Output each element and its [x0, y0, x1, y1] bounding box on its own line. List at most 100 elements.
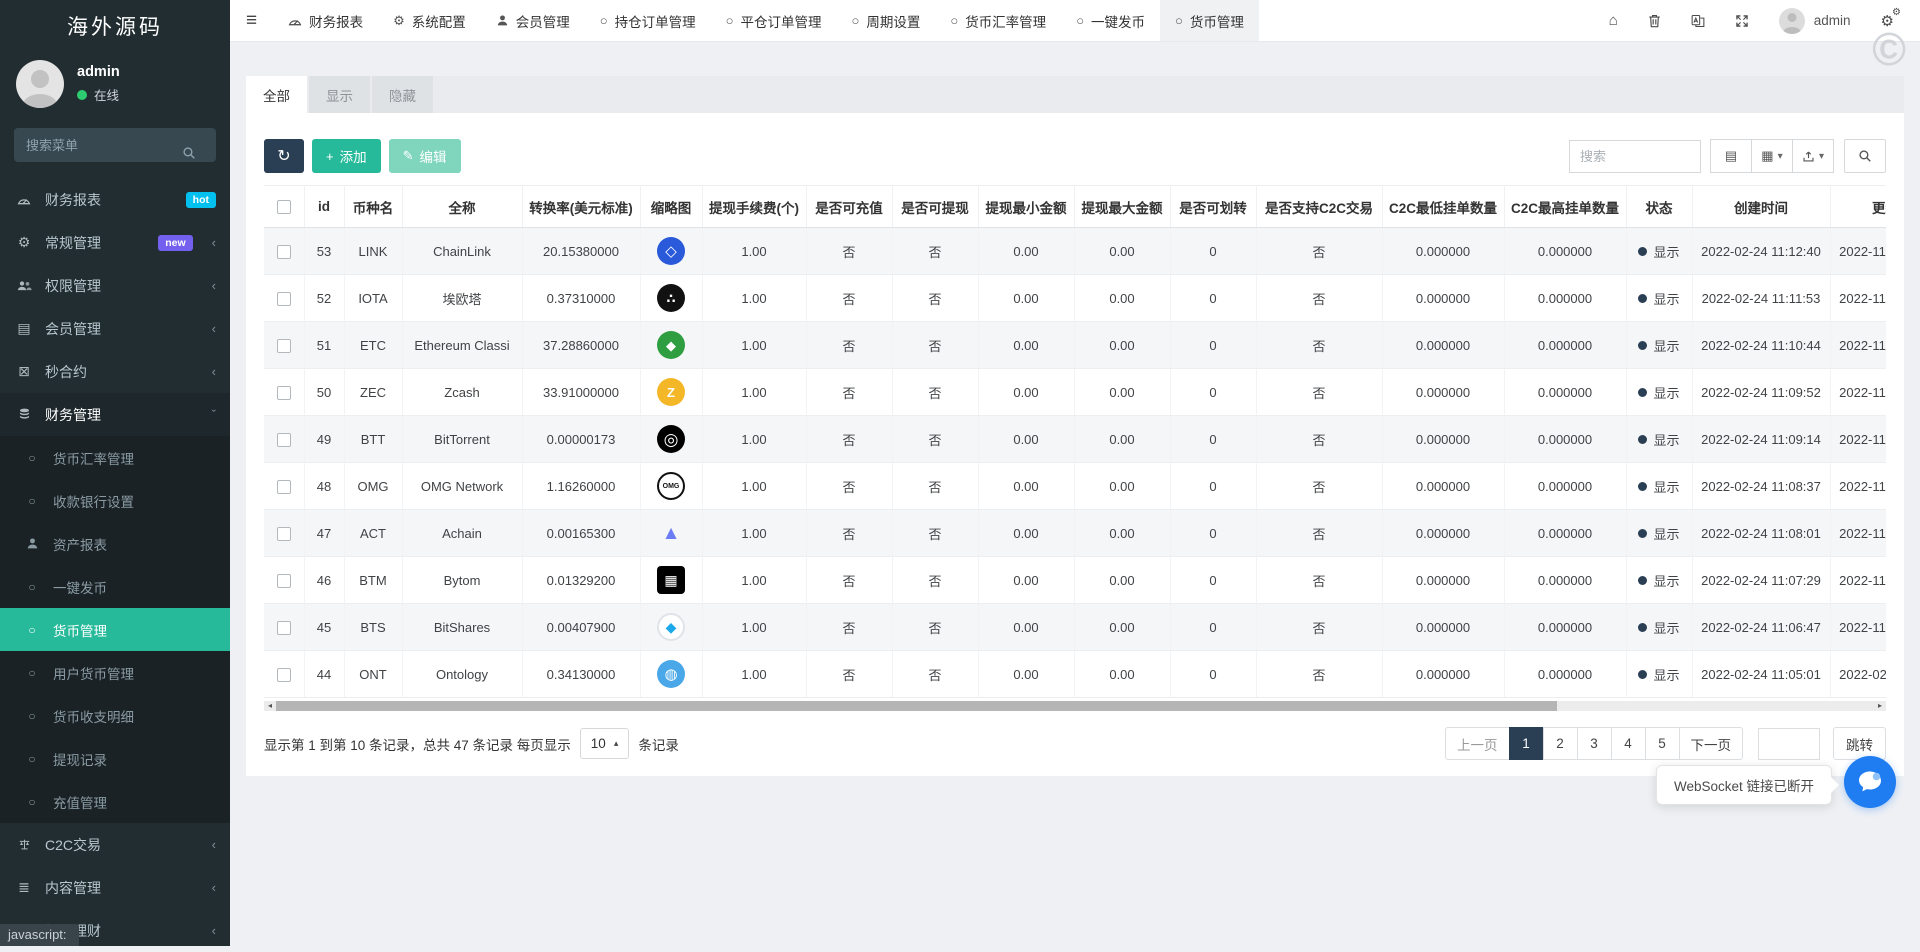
nav-tab[interactable]: ⚙ 系统配置 — [378, 0, 481, 41]
sidebar-item[interactable]: C2C交易 ‹ — [0, 823, 230, 866]
cell-rate: 20.15380000 — [522, 227, 641, 275]
page-button[interactable]: 3 — [1576, 727, 1612, 760]
sidebar-item[interactable]: ○ 一键发币 — [0, 565, 230, 608]
user-menu[interactable]: admin — [1778, 7, 1851, 34]
sidebar-item[interactable]: ○ 货币管理 — [0, 608, 230, 651]
sidebar-item[interactable]: ○ 用户货币管理 — [0, 651, 230, 694]
circle-icon: ○ — [1076, 13, 1085, 28]
page-jump-button[interactable]: 跳转 — [1833, 727, 1886, 760]
page-button[interactable]: 4 — [1610, 727, 1646, 760]
sidebar-item[interactable]: 资产报表 — [0, 522, 230, 565]
page-button[interactable]: 5 — [1644, 727, 1680, 760]
translate-icon[interactable] — [1691, 14, 1705, 28]
sidebar-item[interactable]: ≣ 内容管理 ‹ — [0, 866, 230, 909]
row-checkbox[interactable] — [276, 667, 291, 682]
sidebar-item[interactable]: 权限管理 ‹ — [0, 264, 230, 307]
scroll-right-arrow[interactable]: ▸ — [1874, 701, 1886, 711]
sidebar-item[interactable]: ○ 收款银行设置 — [0, 479, 230, 522]
cell-withdraw: 否 — [892, 556, 979, 604]
nav-tab[interactable]: ○ 货币管理 — [1160, 0, 1259, 41]
settings-icon[interactable]: ⚙ ⚙ — [1881, 7, 1901, 30]
home-icon[interactable]: ⌂ — [1609, 12, 1618, 29]
sidebar-item[interactable]: ○ 提现记录 — [0, 737, 230, 780]
column-header: C2C最低挂单数量 — [1382, 185, 1505, 228]
status-dot-icon — [1638, 669, 1648, 679]
sidebar-item[interactable]: ⊠ 秒合约 ‹ — [0, 350, 230, 393]
scrollbar-thumb[interactable] — [276, 701, 1558, 711]
filter-tab[interactable]: 显示 — [309, 76, 370, 113]
cell-symbol: BTS — [344, 603, 403, 651]
row-checkbox[interactable] — [276, 385, 291, 400]
sidebar-item[interactable]: ○ 货币收支明细 — [0, 694, 230, 737]
circle-icon: ○ — [28, 665, 36, 680]
table-search-input[interactable] — [1568, 139, 1701, 173]
page-jump-input[interactable] — [1758, 727, 1820, 760]
edit-button[interactable]: ✎ 编辑 — [388, 139, 461, 173]
row-checkbox[interactable] — [276, 479, 291, 494]
sidebar-item[interactable]: ○ 货币汇率管理 — [0, 436, 230, 479]
cell-rate: 0.00407900 — [522, 603, 641, 651]
next-page-button[interactable]: 下一页 — [1678, 727, 1743, 760]
columns-button[interactable]: ▦ ▾ — [1750, 139, 1793, 173]
sidebar-item[interactable]: 财务管理 ˇ — [0, 393, 230, 436]
select-all-checkbox[interactable] — [276, 200, 291, 215]
table-row[interactable]: 53 LINK ChainLink 20.15380000 ◇ 1.00 否否 0.00 0.0… — [264, 227, 1886, 275]
user-status: 在线 — [77, 85, 120, 104]
detail-view-button[interactable]: ▤ — [1709, 139, 1752, 173]
circle-icon: ○ — [599, 13, 608, 28]
cell-id: 51 — [304, 321, 345, 369]
trash-icon[interactable] — [1648, 14, 1661, 28]
row-checkbox[interactable] — [276, 432, 291, 447]
table-row[interactable]: 45 BTS BitShares 0.00407900 ◆ 1.00 否否 0.00 0.00 0… — [264, 603, 1886, 651]
row-checkbox[interactable] — [276, 291, 291, 306]
prev-page-button[interactable]: 上一页 — [1445, 727, 1510, 760]
chat-icon — [1855, 767, 1885, 797]
row-checkbox[interactable] — [276, 526, 291, 541]
row-checkbox[interactable] — [276, 244, 291, 259]
table-row[interactable]: 47 ACT Achain 0.00165300 ▲ 1.00 否否 0.00 0.00 0 否 0.… — [264, 509, 1886, 557]
fullscreen-icon[interactable] — [1735, 14, 1749, 28]
row-checkbox[interactable] — [276, 338, 291, 353]
row-checkbox[interactable] — [276, 573, 291, 588]
cell-c2c_max: 0.000000 — [1504, 556, 1627, 604]
nav-tab[interactable]: ○ 平仓订单管理 — [711, 0, 837, 41]
cell-c2c_min: 0.000000 — [1382, 227, 1505, 275]
page-button[interactable]: 2 — [1542, 727, 1578, 760]
export-button[interactable]: ▾ — [1791, 139, 1834, 173]
table-row[interactable]: 50 ZEC Zcash 33.91000000 Z 1.00 否否 0.00 0.00 0 否 0.… — [264, 368, 1886, 416]
nav-tab[interactable]: 会员管理 — [481, 0, 585, 41]
sidebar-item[interactable]: ⚙ 常规管理 new ‹ — [0, 221, 230, 264]
sidebar-item[interactable]: 财务报表 hot — [0, 178, 230, 221]
nav-tab[interactable]: 财务报表 — [273, 0, 378, 41]
filter-tab[interactable]: 隐藏 — [372, 76, 433, 113]
page-size-select[interactable]: 10 ▴ — [579, 728, 630, 759]
table-row[interactable]: 44 ONT Ontology 0.34130000 ◍ 1.00 否否 0.00 0.00 0 否… — [264, 650, 1886, 698]
scroll-left-arrow[interactable]: ◂ — [264, 701, 276, 711]
nav-tab[interactable]: ○ 一键发币 — [1061, 0, 1160, 41]
table-row[interactable]: 46 BTM Bytom 0.01329200 ▦ 1.00 否否 0.00 0.00 0 否 0.0… — [264, 556, 1886, 604]
nav-tab[interactable]: ○ 持仓订单管理 — [585, 0, 711, 41]
cell-id: 44 — [304, 650, 345, 698]
row-checkbox[interactable] — [276, 620, 291, 635]
nav-tab-label: 持仓订单管理 — [614, 14, 696, 30]
refresh-button[interactable]: ↻ — [264, 139, 304, 173]
sidebar-item[interactable]: ▤ 会员管理 ‹ — [0, 307, 230, 350]
add-button[interactable]: + 添加 — [312, 139, 381, 173]
table-row[interactable]: 52 IOTA 埃欧塔 0.37310000 ∴ 1.00 否否 0.00 0.00 0 否 0.00… — [264, 274, 1886, 322]
caret-up-icon: ▴ — [613, 738, 619, 748]
nav-tab[interactable]: ○ 货币汇率管理 — [935, 0, 1061, 41]
page-button[interactable]: 1 — [1508, 727, 1544, 760]
hamburger-icon[interactable]: ≡ — [230, 10, 273, 32]
table-row[interactable]: 49 BTT BitTorrent 0.00000173 ◎ 1.00 否否 0.00 0.00… — [264, 415, 1886, 463]
filter-tab[interactable]: 全部 — [246, 76, 307, 113]
cell-c2c: 否 — [1256, 368, 1383, 416]
search-button[interactable] — [1844, 139, 1886, 173]
nav-tab[interactable]: ○ 周期设置 — [836, 0, 935, 41]
table-row[interactable]: 48 OMG OMG Network 1.16260000 OMG 1.00 否否 0.00 0… — [264, 462, 1886, 510]
nav-tab-label: 会员管理 — [515, 14, 570, 30]
table-row[interactable]: 51 ETC Ethereum Classi 37.28860000 ◆ 1.00 否否 0.… — [264, 321, 1886, 369]
search-icon — [182, 146, 196, 160]
cell-max_amount: 0.00 — [1074, 462, 1171, 510]
chat-button[interactable] — [1844, 756, 1896, 808]
sidebar-item[interactable]: ○ 充值管理 — [0, 780, 230, 823]
